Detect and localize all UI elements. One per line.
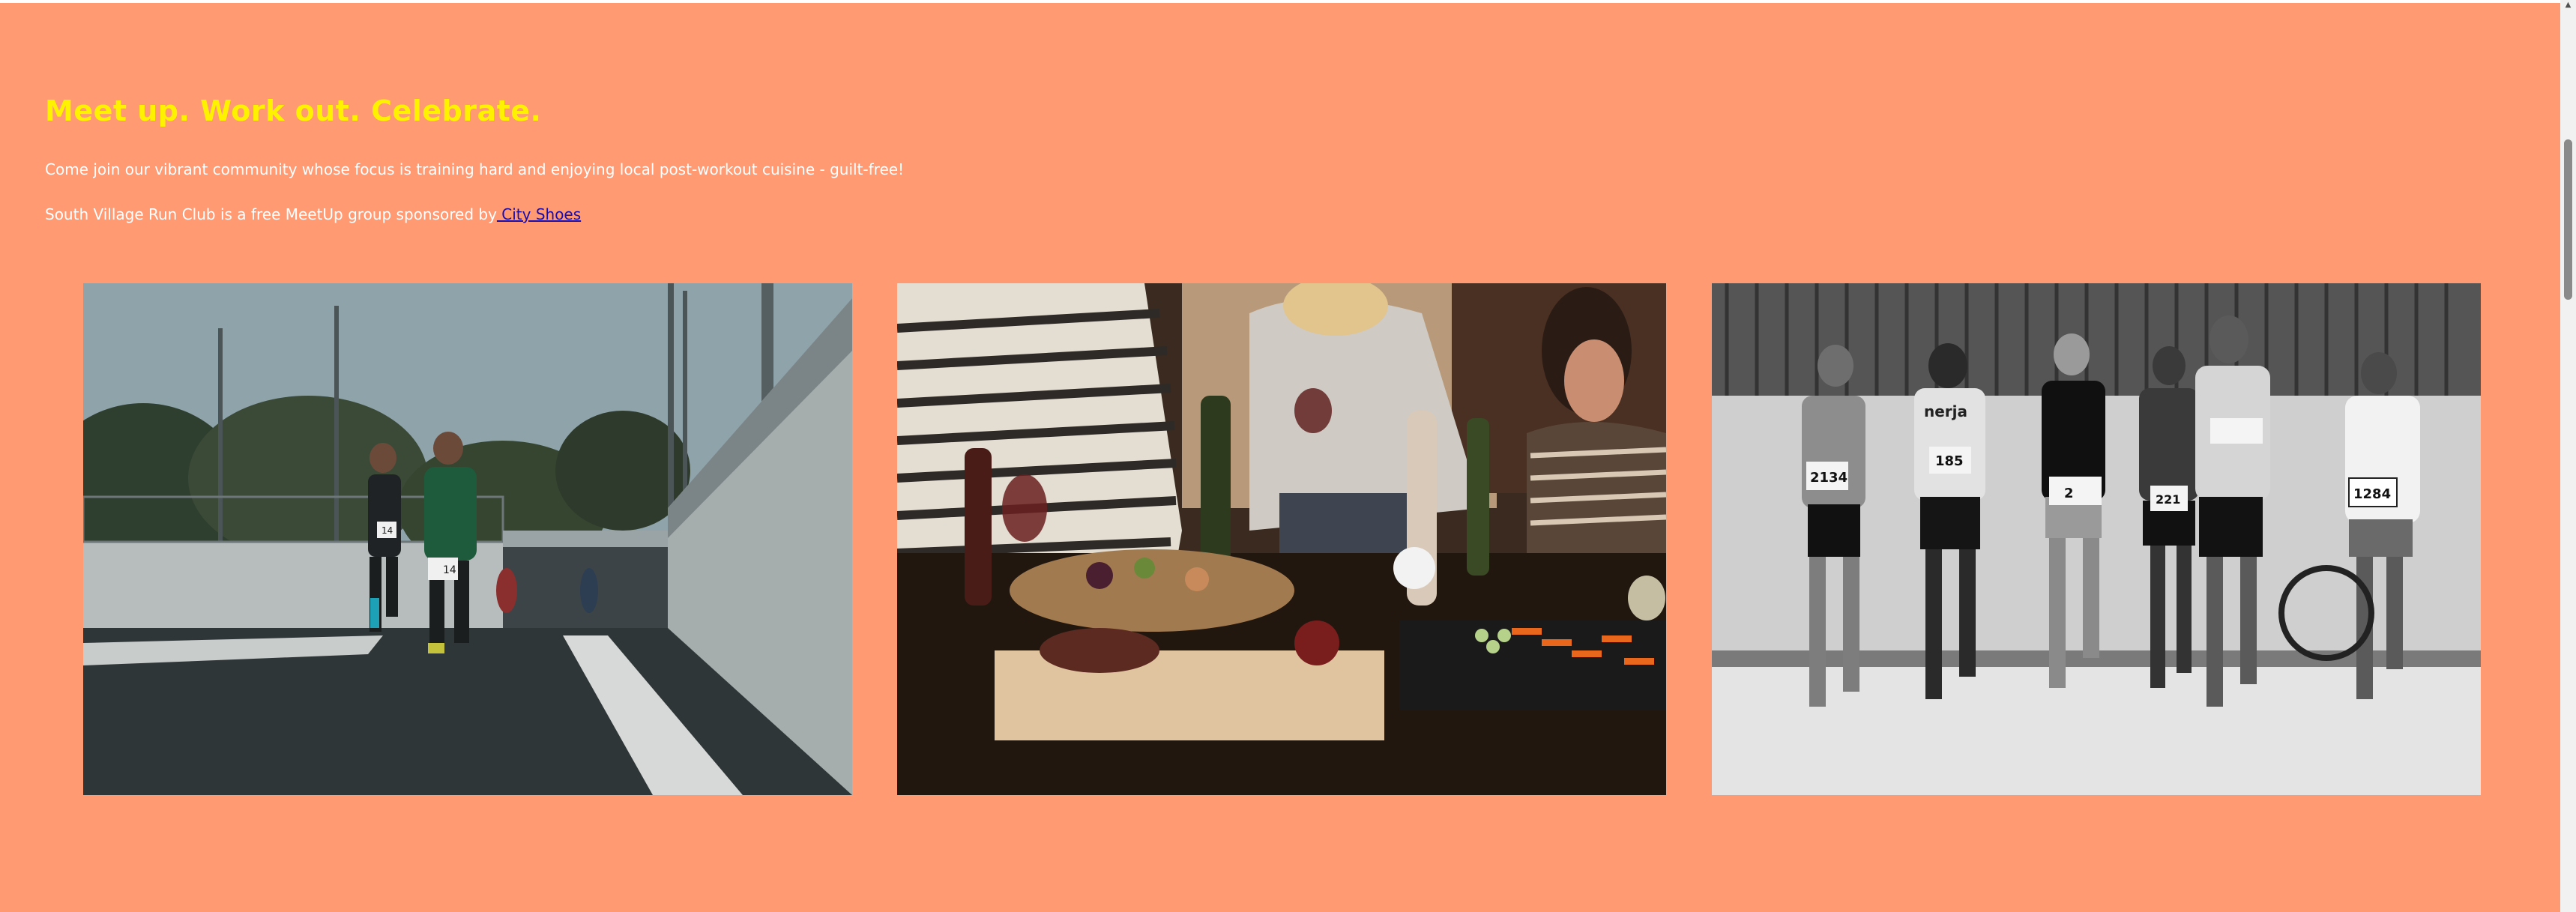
shirt-text-nerja: nerja: [1924, 402, 1967, 420]
scroll-up-arrow-icon[interactable]: ▲: [2560, 0, 2576, 10]
vertical-scrollbar[interactable]: ▲: [2560, 0, 2576, 912]
sponsor-text: South Village Run Club is a free MeetUp …: [45, 205, 581, 223]
scrollbar-thumb[interactable]: [2564, 139, 2572, 300]
page-heading: Meet up. Work out. Celebrate.: [45, 94, 542, 127]
bib-2: 2: [2064, 486, 2074, 501]
page-section: Meet up. Work out. Celebrate. Come join …: [0, 3, 2560, 912]
bib-1284: 1284: [2353, 486, 2391, 502]
runner-bib-1: 14: [443, 564, 456, 576]
sponsor-prefix: South Village Run Club is a free MeetUp …: [45, 205, 497, 223]
marathon-runners-image: 2134 nerja 185 2 221 1284: [1712, 283, 2481, 795]
runners-bridge-image: 14 14: [83, 283, 852, 795]
food-and-wine-image: [897, 283, 1666, 795]
bib-185: 185: [1935, 453, 1964, 469]
runners-bridge-photo: 14 14: [83, 283, 852, 795]
marathon-runners-photo: 2134 nerja 185 2 221 1284: [1712, 283, 2481, 795]
bib-2134: 2134: [1810, 470, 1847, 486]
city-shoes-link[interactable]: City Shoes: [497, 205, 581, 223]
food-and-wine-photo: [897, 283, 1666, 795]
intro-text: Come join our vibrant community whose fo…: [45, 160, 905, 178]
runner-bib-2: 14: [381, 525, 393, 536]
bib-221: 221: [2156, 492, 2180, 507]
